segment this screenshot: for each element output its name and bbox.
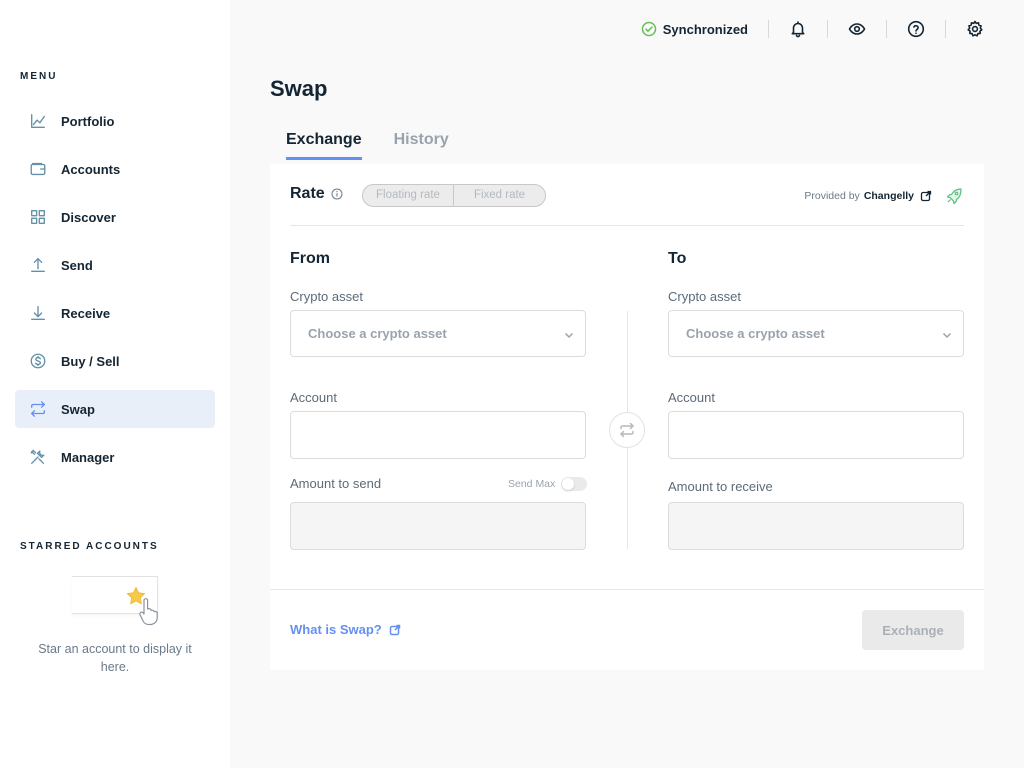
sync-status[interactable]: Synchronized: [641, 21, 748, 37]
send-max-control: Send Max: [508, 477, 588, 491]
send-max-label: Send Max: [508, 478, 556, 490]
tab-bar: Exchange History: [286, 131, 481, 160]
sidebar-item-discover[interactable]: Discover: [15, 198, 215, 236]
exchange-button[interactable]: Exchange: [862, 610, 964, 650]
to-title: To: [668, 250, 687, 267]
starred-empty-text: Star an account to display it here.: [38, 642, 192, 674]
fixed-rate-option[interactable]: Fixed rate: [452, 185, 545, 206]
amount-to-send-field[interactable]: [290, 502, 586, 550]
separator: [768, 20, 769, 38]
help-icon[interactable]: [907, 20, 925, 38]
swap-arrows-icon: [620, 422, 634, 438]
page-title: Swap: [270, 76, 328, 101]
sidebar-item-manager[interactable]: Manager: [15, 438, 215, 476]
amount-to-receive-field: [668, 502, 964, 550]
sidebar: MENU Portfolio Accounts Discover Send Re…: [0, 0, 230, 768]
rate-label: Rate: [290, 185, 343, 203]
sidebar-item-label: Send: [61, 257, 93, 273]
from-crypto-label: Crypto asset: [290, 289, 363, 304]
provided-by-label: Provided by: [804, 190, 860, 202]
sidebar-item-label: Swap: [61, 401, 95, 417]
swap-form-card: Rate Floating rate Fixed rate Provided b…: [270, 164, 984, 670]
arrow-down-icon: [28, 303, 48, 323]
from-account-field[interactable]: [290, 411, 586, 459]
pointer-hand-icon: [139, 598, 158, 626]
info-icon[interactable]: [331, 188, 343, 200]
amount-to-send-label: Amount to send: [290, 476, 382, 491]
from-crypto-placeholder: Choose a crypto asset: [308, 326, 447, 341]
separator: [827, 20, 828, 38]
chevron-down-icon: [942, 332, 952, 339]
from-crypto-select[interactable]: Choose a crypto asset: [290, 310, 586, 357]
eye-icon[interactable]: [848, 20, 866, 38]
swap-icon: [28, 399, 48, 419]
sidebar-item-accounts[interactable]: Accounts: [15, 150, 215, 188]
sidebar-item-label: Portfolio: [61, 113, 115, 129]
grid-icon: [28, 207, 48, 227]
sidebar-item-label: Discover: [61, 209, 116, 225]
bell-icon[interactable]: [789, 20, 807, 38]
separator: [945, 20, 946, 38]
reverse-swap-button[interactable]: [609, 412, 645, 448]
chevron-down-icon: [564, 332, 574, 339]
external-link-icon[interactable]: [920, 190, 932, 202]
sync-status-label: Synchronized: [662, 21, 748, 37]
separator: [886, 20, 887, 38]
rate-row: Rate Floating rate Fixed rate Provided b…: [290, 184, 964, 226]
sidebar-item-send[interactable]: Send: [15, 246, 215, 284]
to-crypto-select[interactable]: Choose a crypto asset: [668, 310, 964, 357]
provider-info: Provided by Changelly: [804, 186, 964, 206]
to-crypto-placeholder: Choose a crypto asset: [686, 326, 825, 341]
tab-exchange[interactable]: Exchange: [286, 131, 362, 160]
rate-type-toggle: Floating rate Fixed rate: [362, 184, 547, 207]
starred-accounts-title: STARRED ACCOUNTS: [20, 541, 159, 552]
provider-link[interactable]: Changelly: [864, 190, 914, 202]
floating-rate-option[interactable]: Floating rate: [363, 185, 453, 206]
sidebar-item-label: Manager: [61, 449, 115, 465]
external-link-icon: [389, 624, 400, 635]
to-account-label: Account: [668, 390, 715, 405]
sidebar-item-label: Accounts: [61, 161, 121, 177]
tools-icon: [28, 447, 48, 467]
changelly-logo-icon: [946, 188, 962, 205]
dollar-icon: [28, 351, 48, 371]
sidebar-item-portfolio[interactable]: Portfolio: [15, 102, 215, 140]
chart-icon: [28, 111, 48, 131]
rate-label-text: Rate: [290, 185, 325, 202]
tab-history[interactable]: History: [394, 131, 449, 160]
to-account-field[interactable]: [668, 411, 964, 459]
topbar: Synchronized: [641, 16, 984, 42]
sidebar-nav: Portfolio Accounts Discover Send Receive…: [15, 102, 215, 486]
sidebar-item-swap[interactable]: Swap: [15, 390, 215, 428]
amount-to-receive-label: Amount to receive: [668, 479, 773, 494]
what-is-swap-label: What is Swap?: [290, 622, 382, 637]
from-title: From: [290, 250, 330, 267]
to-crypto-label: Crypto asset: [668, 289, 741, 304]
arrow-up-icon: [28, 255, 48, 275]
sidebar-item-label: Buy / Sell: [61, 353, 120, 369]
footer-divider: [270, 589, 984, 590]
wallet-icon: [28, 159, 48, 179]
what-is-swap-link[interactable]: What is Swap?: [290, 622, 401, 637]
from-account-label: Account: [290, 390, 337, 405]
send-max-toggle[interactable]: [561, 477, 588, 491]
settings-icon[interactable]: [966, 20, 984, 38]
sidebar-item-buy-sell[interactable]: Buy / Sell: [15, 342, 215, 380]
sidebar-item-label: Receive: [61, 305, 111, 321]
check-circle-icon: [641, 21, 656, 37]
sidebar-item-receive[interactable]: Receive: [15, 294, 215, 332]
menu-title: MENU: [20, 71, 58, 82]
